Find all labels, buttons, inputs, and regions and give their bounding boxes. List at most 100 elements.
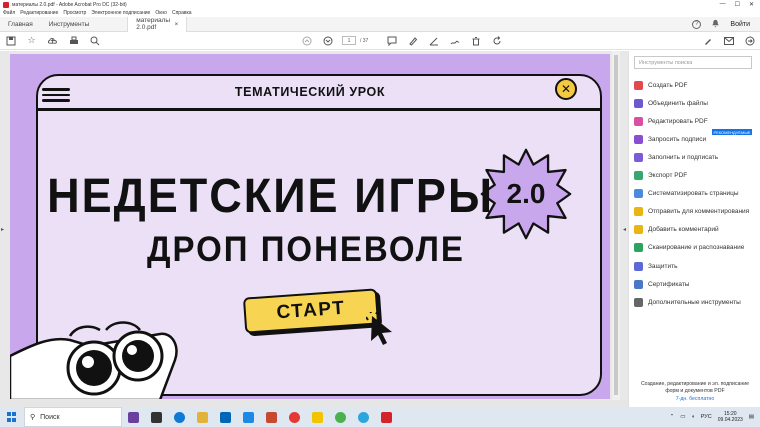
menu-bar: Файл Редактирование Просмотр Электронное… xyxy=(0,9,760,17)
send-comments-icon xyxy=(634,206,643,216)
windows-start-icon[interactable] xyxy=(7,412,17,422)
trash-icon[interactable] xyxy=(470,35,481,46)
fill-sign-toolbar-icon[interactable] xyxy=(449,35,460,46)
task-view-icon[interactable] xyxy=(151,411,162,423)
window-controls: — ☐ ✕ xyxy=(720,1,754,8)
upload-cloud-icon[interactable] xyxy=(47,35,58,46)
tool-certificates[interactable]: Сертификаты xyxy=(634,279,689,289)
vertical-scrollbar[interactable] xyxy=(612,51,620,407)
save-icon[interactable] xyxy=(5,35,16,46)
print-icon[interactable] xyxy=(68,35,79,46)
help-icon[interactable]: ? xyxy=(692,19,702,29)
page-number-input[interactable]: 1 xyxy=(342,36,356,45)
tool-more-tools[interactable]: Дополнительные инструменты xyxy=(634,297,741,307)
more-tools-icon xyxy=(634,297,643,307)
app-icon[interactable] xyxy=(312,411,323,423)
card-divider xyxy=(38,108,601,111)
comment-icon[interactable] xyxy=(386,35,397,46)
chrome-icon[interactable] xyxy=(335,411,346,423)
signin-button[interactable]: Войти xyxy=(730,21,750,28)
right-panel-toggle-icon[interactable]: ◂ xyxy=(623,226,626,233)
zoom-search-icon[interactable] xyxy=(89,35,100,46)
close-window-button[interactable]: ✕ xyxy=(749,1,754,8)
mail-app-icon[interactable] xyxy=(243,411,254,423)
tool-edit-pdf[interactable]: Редактировать PDF xyxy=(634,116,708,126)
file-explorer-icon[interactable] xyxy=(197,411,208,423)
language-indicator[interactable]: РУС xyxy=(701,414,712,420)
tab-close-icon[interactable]: × xyxy=(174,21,178,28)
rotate-icon[interactable] xyxy=(491,35,502,46)
scrollbar-thumb[interactable] xyxy=(614,55,618,395)
mail-icon[interactable] xyxy=(723,35,734,46)
tool-label: Объединить файлы xyxy=(648,99,708,107)
draw-icon[interactable] xyxy=(428,35,439,46)
menu-edit[interactable]: Редактирование xyxy=(20,10,58,16)
tool-label: Дополнительные инструменты xyxy=(648,298,741,306)
menu-window[interactable]: Окно xyxy=(155,10,167,16)
pinned-app-icon[interactable] xyxy=(128,411,139,423)
tab-home[interactable]: Главная xyxy=(0,17,41,32)
tool-label: Сканирование и распознавание xyxy=(648,243,745,251)
menu-file[interactable]: Файл xyxy=(3,10,15,16)
page-up-icon[interactable] xyxy=(301,35,312,46)
tool-add-comment[interactable]: Добавить комментарий xyxy=(634,224,719,234)
sign-pen-icon[interactable] xyxy=(702,35,713,46)
slide-title-line2: ДРОП ПОНЕВОЛЕ xyxy=(147,228,465,269)
window-title: материалы 2.0.pdf - Adobe Acrobat Pro DC… xyxy=(12,1,127,8)
menu-esign[interactable]: Электронное подписание xyxy=(91,10,150,16)
system-tray: ⌃ ▭ ◖ РУС 15:20 09.04.2023 ▤ xyxy=(670,411,760,423)
clock-date: 09.04.2023 xyxy=(717,417,743,423)
notifications-icon[interactable]: ▤ xyxy=(749,414,754,420)
menu-help[interactable]: Справка xyxy=(172,10,192,16)
tool-export-pdf[interactable]: Экспорт PDF xyxy=(634,170,687,180)
tool-label: Создать PDF xyxy=(648,81,688,89)
tab-document-label: материалы 2.0.pdf xyxy=(136,17,171,31)
network-icon[interactable]: ▭ xyxy=(680,414,685,420)
horizontal-scrollbar[interactable] xyxy=(0,400,628,407)
free-trial-link[interactable]: 7-дн. бесплатно xyxy=(634,396,756,402)
telegram-icon[interactable] xyxy=(358,411,369,423)
tool-protect[interactable]: Защитить xyxy=(634,261,678,271)
page-down-icon[interactable] xyxy=(322,35,333,46)
store-icon[interactable] xyxy=(220,411,231,423)
left-panel-toggle-icon[interactable]: ▸ xyxy=(1,226,4,233)
clock[interactable]: 15:20 09.04.2023 xyxy=(718,411,743,423)
taskbar-search-label: Поиск xyxy=(40,413,60,421)
tool-organize-pages[interactable]: Систематизировать страницы xyxy=(634,188,739,198)
lesson-label: ТЕМАТИЧЕСКИЙ УРОК xyxy=(234,85,386,99)
tool-label: Заполнить и подписать xyxy=(648,153,719,161)
page-total: / 37 xyxy=(360,37,369,44)
tool-combine-files[interactable]: Объединить файлы xyxy=(634,98,708,108)
maximize-button[interactable]: ☐ xyxy=(735,1,740,8)
edge-browser-icon[interactable] xyxy=(174,411,185,423)
share-icon[interactable] xyxy=(744,35,755,46)
tool-send-comments[interactable]: Отправить для комментирования xyxy=(634,206,749,216)
notifications-bell-icon[interactable] xyxy=(711,19,720,30)
tray-chevron-icon[interactable]: ⌃ xyxy=(670,414,675,420)
acrobat-taskbar-icon[interactable] xyxy=(381,411,392,423)
highlight-pen-icon[interactable] xyxy=(407,35,418,46)
scan-icon xyxy=(634,242,643,252)
mouse-cursor-icon xyxy=(366,312,392,345)
office-icon[interactable] xyxy=(266,411,277,423)
tool-fill-sign[interactable]: Заполнить и подписать xyxy=(634,152,718,162)
tool-label: Запросить подписи xyxy=(648,135,707,143)
toolbar: ☆ 1 / 37 xyxy=(0,32,760,50)
tool-create-pdf[interactable]: Создать PDF xyxy=(634,80,688,90)
tool-scan[interactable]: Сканирование и распознавание xyxy=(634,242,744,252)
tool-request-signatures[interactable]: Запросить подписи xyxy=(634,134,706,144)
tools-search-input[interactable]: Инструменты поиска xyxy=(634,56,752,69)
tab-document[interactable]: материалы 2.0.pdf × xyxy=(127,16,188,32)
star-icon[interactable]: ☆ xyxy=(26,35,37,46)
menu-view[interactable]: Просмотр xyxy=(63,10,86,16)
minimize-button[interactable]: — xyxy=(720,1,726,8)
yandex-browser-icon[interactable] xyxy=(289,411,300,423)
volume-icon[interactable]: ◖ xyxy=(691,414,694,420)
certificates-icon xyxy=(634,279,643,289)
tab-tools[interactable]: Инструменты xyxy=(41,17,98,32)
taskbar-search[interactable]: ⚲ Поиск xyxy=(24,407,122,427)
search-icon: ⚲ xyxy=(30,414,36,421)
tool-label: Добавить комментарий xyxy=(648,225,719,233)
tool-label: Защитить xyxy=(648,262,678,270)
title-bar: материалы 2.0.pdf - Adobe Acrobat Pro DC… xyxy=(0,0,760,9)
